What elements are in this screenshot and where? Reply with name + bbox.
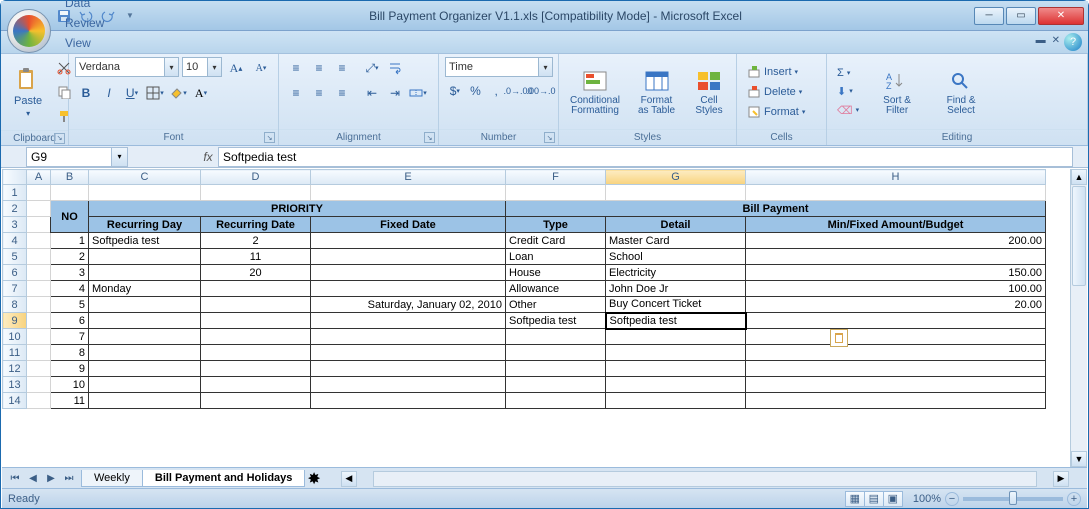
sheet-tab[interactable]: Weekly xyxy=(81,470,143,487)
fill-button[interactable]: ⬇ ▾ xyxy=(833,83,863,100)
conditional-formatting-button[interactable]: Conditional Formatting xyxy=(565,65,625,119)
paste-button[interactable]: Paste▾ xyxy=(7,64,49,121)
tab-data[interactable]: Data xyxy=(53,0,144,13)
minimize-button[interactable]: ─ xyxy=(974,7,1004,25)
vertical-scrollbar[interactable]: ▲▼ xyxy=(1070,169,1087,467)
tab-review[interactable]: Review xyxy=(53,13,144,33)
align-right-icon[interactable]: ≡ xyxy=(331,82,353,104)
number-launcher-icon[interactable]: ↘ xyxy=(544,132,555,143)
font-launcher-icon[interactable]: ↘ xyxy=(264,132,275,143)
underline-button[interactable]: U▾ xyxy=(121,82,143,104)
paste-options-icon[interactable] xyxy=(830,329,848,347)
merge-button[interactable]: ▾ xyxy=(407,82,429,104)
align-left-icon[interactable]: ≡ xyxy=(285,82,307,104)
name-box[interactable]: G9▾ xyxy=(26,147,128,167)
zoom-level[interactable]: 100% xyxy=(913,493,941,505)
indent-inc-icon[interactable]: ⇥ xyxy=(384,82,406,104)
dec-decimal-icon[interactable]: .00→.0 xyxy=(530,80,552,102)
orientation-icon[interactable]: ⤢▾ xyxy=(361,57,383,79)
mdi-close-icon[interactable]: ✕ xyxy=(1052,35,1060,46)
wrap-text-button[interactable] xyxy=(384,57,406,79)
clipboard-launcher-icon[interactable]: ↘ xyxy=(54,133,65,144)
tab-next-icon[interactable]: ▶ xyxy=(42,470,60,488)
ribbon-tabs: HomeInsertPage LayoutFormulasDataReviewV… xyxy=(1,31,1088,54)
insert-cells-button[interactable]: Insert ▾ xyxy=(743,63,809,81)
align-bot-icon[interactable]: ≡ xyxy=(331,57,353,79)
maximize-button[interactable]: ▭ xyxy=(1006,7,1036,25)
delete-cells-button[interactable]: Delete ▾ xyxy=(743,83,809,101)
formula-input[interactable]: Softpedia test xyxy=(218,147,1073,167)
tab-prev-icon[interactable]: ◀ xyxy=(24,470,42,488)
format-as-table-button[interactable]: Format as Table xyxy=(629,65,684,119)
align-mid-icon[interactable]: ≡ xyxy=(308,57,330,79)
align-launcher-icon[interactable]: ↘ xyxy=(424,132,435,143)
clear-button[interactable]: ⌫ ▾ xyxy=(833,102,863,119)
sheet-tab-bar: ⏮ ◀ ▶ ⏭ WeeklyBill Payment and Holidays … xyxy=(2,467,1087,489)
format-cells-button[interactable]: Format ▾ xyxy=(743,103,809,121)
font-size-combo[interactable]: 10▾ xyxy=(182,57,222,77)
horizontal-scrollbar[interactable]: ◀▶ xyxy=(341,471,1087,487)
tab-last-icon[interactable]: ⏭ xyxy=(60,470,78,488)
ribbon: Paste▾ Clipboard↘ Verdana▾ 10▾ A▴ A▾ B I… xyxy=(1,54,1088,146)
view-break-icon[interactable]: ▣ xyxy=(883,491,903,507)
title-bar: ▼ Bill Payment Organizer V1.1.xls [Compa… xyxy=(1,1,1088,31)
office-button[interactable] xyxy=(7,9,51,53)
grow-font-icon[interactable]: A▴ xyxy=(225,57,247,79)
view-layout-icon[interactable]: ▤ xyxy=(864,491,884,507)
cell-styles-button[interactable]: Cell Styles xyxy=(688,65,730,119)
formula-bar: G9▾ fx Softpedia test xyxy=(1,146,1088,168)
currency-icon[interactable]: $▾ xyxy=(445,80,465,102)
sheet-tab[interactable]: Bill Payment and Holidays xyxy=(142,470,306,487)
zoom-slider[interactable] xyxy=(963,497,1063,501)
find-select-button[interactable]: Find & Select xyxy=(931,65,991,119)
autosum-button[interactable]: Σ ▾ xyxy=(833,65,863,81)
align-center-icon[interactable]: ≡ xyxy=(308,82,330,104)
percent-icon[interactable]: % xyxy=(466,80,486,102)
new-sheet-icon[interactable]: ✸ xyxy=(307,469,320,489)
status-text: Ready xyxy=(8,493,40,505)
number-format-combo[interactable]: Time▾ xyxy=(445,57,553,77)
tab-first-icon[interactable]: ⏮ xyxy=(6,470,24,488)
worksheet-grid[interactable]: ABCDEFGH12NOPRIORITYBill Payment3Recurri… xyxy=(2,169,1087,467)
indent-dec-icon[interactable]: ⇤ xyxy=(361,82,383,104)
status-bar: Ready ▦ ▤ ▣ 100% − + xyxy=(2,488,1087,508)
zoom-out-button[interactable]: − xyxy=(945,492,959,506)
help-icon[interactable]: ? xyxy=(1064,33,1082,51)
window-title: Bill Payment Organizer V1.1.xls [Compati… xyxy=(139,9,972,23)
svg-text:Z: Z xyxy=(886,81,892,91)
tab-view[interactable]: View xyxy=(53,33,144,53)
close-button[interactable]: ✕ xyxy=(1038,7,1084,25)
font-color-button[interactable]: A▾ xyxy=(190,82,212,104)
font-name-combo[interactable]: Verdana▾ xyxy=(75,57,179,77)
align-top-icon[interactable]: ≡ xyxy=(285,57,307,79)
bold-button[interactable]: B xyxy=(75,82,97,104)
shrink-font-icon[interactable]: A▾ xyxy=(250,57,272,79)
ribbon-minimize-icon[interactable]: ▬ xyxy=(1036,35,1046,46)
border-button[interactable]: ▾ xyxy=(144,82,166,104)
zoom-in-button[interactable]: + xyxy=(1067,492,1081,506)
sort-filter-button[interactable]: AZSort & Filter xyxy=(867,65,927,119)
italic-button[interactable]: I xyxy=(98,82,120,104)
fill-color-button[interactable]: ▾ xyxy=(167,82,189,104)
fx-icon[interactable]: fx xyxy=(198,150,218,164)
view-normal-icon[interactable]: ▦ xyxy=(845,491,865,507)
